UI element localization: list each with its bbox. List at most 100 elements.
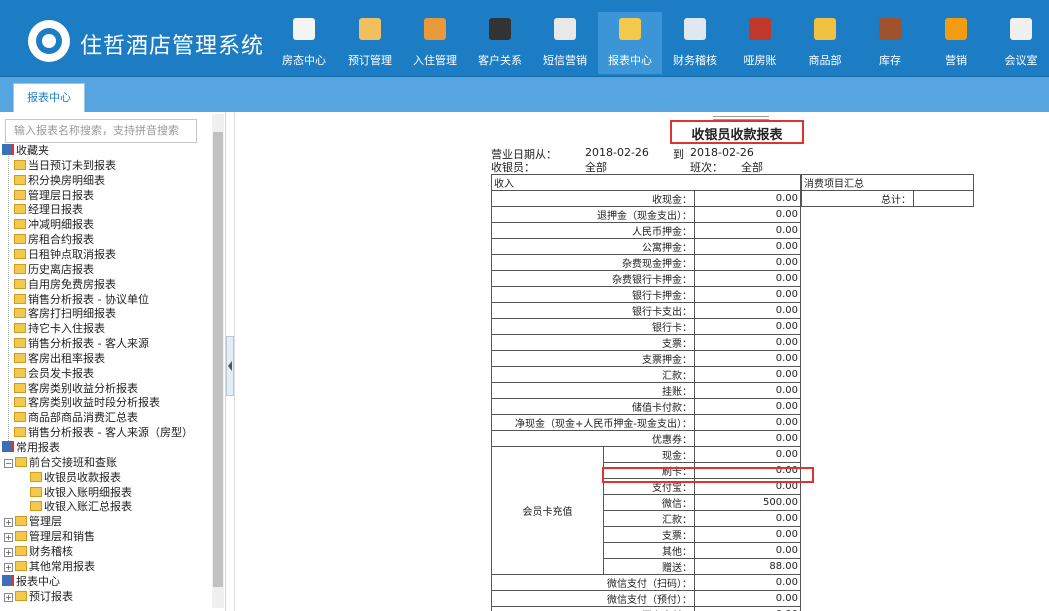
goods-icon (814, 18, 836, 40)
folder-icon (14, 323, 26, 334)
row-value: 0.00 (694, 206, 801, 223)
expand-icon[interactable]: + (4, 547, 13, 557)
tree-item[interactable]: 销售分析报表 - 协议单位 (14, 292, 149, 307)
tree-item[interactable]: 销售分析报表 - 客人来源（房型） (14, 425, 193, 440)
nav-item-9[interactable]: 商品部 (793, 12, 857, 74)
folder-icon (14, 352, 26, 363)
folder-icon (14, 382, 26, 393)
table-row: 支票押金： 0.00 (491, 350, 801, 367)
tree-item[interactable]: 会员发卡报表 (14, 366, 94, 381)
nav-item-label: 商品部 (808, 54, 842, 67)
row-label: 现金： (603, 446, 695, 463)
row-label: 汇款： (603, 510, 695, 527)
tree-item[interactable]: 客房类别收益时段分析报表 (14, 395, 160, 410)
nav-item-5[interactable]: 短信营销 (533, 12, 597, 74)
row-label: 微信支付（预付）： (491, 590, 695, 607)
table-row: 储值卡付款： 0.00 (491, 398, 801, 415)
tree-item[interactable]: 房租合约报表 (14, 232, 94, 247)
table-row: 银行卡押金： 0.00 (491, 286, 801, 303)
nav-item-10[interactable]: 库存 (858, 12, 922, 74)
nav-item-3[interactable]: 入住管理 (403, 12, 467, 74)
tree-item[interactable]: 收银入账汇总报表 (30, 499, 132, 514)
tree-item[interactable]: + 管理层和销售 (4, 529, 95, 544)
nav-item-1[interactable]: 房态中心 (272, 12, 336, 74)
expand-icon[interactable]: + (4, 562, 13, 572)
tree-item-label: 其他常用报表 (29, 559, 95, 573)
tree-item[interactable]: 收藏夹 (2, 143, 49, 158)
nav-item-2[interactable]: 预订管理 (338, 12, 402, 74)
nav-item-label: 财务稽核 (673, 54, 717, 67)
app-header: 住哲酒店管理系统 房态中心 预订管理 入住管理 客户关系 短信营销 报表中心 财务稽核 哑房账… (0, 0, 1049, 77)
tree-item[interactable]: 日租钟点取消报表 (14, 247, 116, 262)
tree-item[interactable]: 客房出租率报表 (14, 351, 105, 366)
row-value: 0.00 (694, 590, 801, 607)
tree-item[interactable]: 积分换房明细表 (14, 173, 105, 188)
tree-item[interactable]: 历史离店报表 (14, 262, 94, 277)
tree-item[interactable]: + 管理层 (4, 514, 62, 529)
date-from-value: 2018-02-26 (585, 146, 649, 159)
nav-item-label: 入住管理 (413, 54, 457, 67)
row-label: 公寓押金： (491, 238, 695, 255)
tree-item[interactable]: 销售分析报表 - 客人来源 (14, 336, 149, 351)
tree-item-label: 管理层和销售 (29, 530, 95, 544)
tree-item[interactable]: 常用报表 (2, 440, 60, 455)
row-label: 银行卡押金： (491, 286, 695, 303)
nav-item-12[interactable]: 会议室 (989, 12, 1049, 74)
tree-item[interactable]: + 其他常用报表 (4, 559, 95, 574)
report-book-icon (2, 441, 14, 452)
tree-item-label: 预订报表 (29, 589, 73, 603)
report-search-input[interactable]: 输入报表名称搜索，支持拼音搜索 (5, 119, 197, 143)
tree-item[interactable]: 持它卡入住报表 (14, 321, 105, 336)
tree-item[interactable]: 自用房免费房报表 (14, 277, 116, 292)
report-book-icon (2, 144, 14, 155)
nav-item-11[interactable]: 营销 (924, 12, 988, 74)
tree-item-label: 经理日报表 (28, 203, 83, 217)
tree-item[interactable]: 冲减明细报表 (14, 217, 94, 232)
tree-item-label: 收银入账汇总报表 (44, 500, 132, 514)
report-title-highlight: 收银员收款报表 (670, 120, 804, 144)
tree-item[interactable]: 管理层日报表 (14, 188, 94, 203)
tree-scrollbar-thumb[interactable] (213, 132, 223, 587)
folder-icon (14, 367, 26, 378)
warehouse-icon (879, 18, 901, 40)
row-value: 0.00 (694, 350, 801, 367)
panel-collapse-handle[interactable] (226, 336, 234, 396)
tree-item[interactable]: 客房类别收益分析报表 (14, 381, 138, 396)
nav-item-8[interactable]: 哑房账 (728, 12, 792, 74)
tree-item[interactable]: 收银入账明细报表 (30, 485, 132, 500)
folder-icon (14, 308, 26, 319)
date-to-label: 到 (673, 148, 684, 161)
shift-label: 班次： (690, 161, 723, 174)
tree-item[interactable]: 客房打扫明细报表 (14, 306, 116, 321)
tree-item-label: 销售分析报表 - 协议单位 (28, 292, 149, 306)
nav-item-6[interactable]: 报表中心 (598, 12, 662, 74)
tree-item[interactable]: + 预订报表 (4, 589, 73, 604)
tab-report-center[interactable]: 报表中心 (13, 83, 85, 112)
row-label: 微信： (603, 494, 695, 511)
tree-item[interactable]: + 财务稽核 (4, 544, 73, 559)
row-value: 0.00 (694, 238, 801, 255)
nav-item-label: 库存 (879, 54, 901, 67)
tree-item[interactable]: 报表中心 (2, 574, 60, 589)
collapse-icon[interactable]: − (4, 458, 13, 468)
expand-icon[interactable]: + (4, 592, 13, 602)
expand-icon[interactable]: + (4, 533, 13, 543)
expand-icon[interactable]: + (4, 518, 13, 528)
tree-item[interactable]: 当日预订未到报表 (14, 158, 116, 173)
nav-item-7[interactable]: 财务稽核 (663, 12, 727, 74)
row-value: 0.00 (694, 222, 801, 239)
row-value: 0.00 (694, 542, 801, 559)
tree-item[interactable]: − 前台交接班和查账 (4, 455, 117, 470)
member-recharge-label: 会员卡充值 (491, 446, 604, 575)
row-value: 0.00 (694, 606, 801, 611)
tree-item[interactable]: 收银员收款报表 (30, 470, 121, 485)
table-row: 银行卡： 0.00 (491, 318, 801, 335)
consumption-summary-table: 消费项目汇总 总计： (801, 174, 974, 207)
row-label: 银行卡： (491, 318, 695, 335)
shift-value: 全部 (741, 161, 763, 174)
tree-item[interactable]: 商品部商品消费汇总表 (14, 410, 138, 425)
row-label: 支票： (491, 334, 695, 351)
tree-item[interactable]: 经理日报表 (14, 202, 83, 217)
nav-item-4[interactable]: 客户关系 (468, 12, 532, 74)
sale-tag-icon (945, 18, 967, 40)
